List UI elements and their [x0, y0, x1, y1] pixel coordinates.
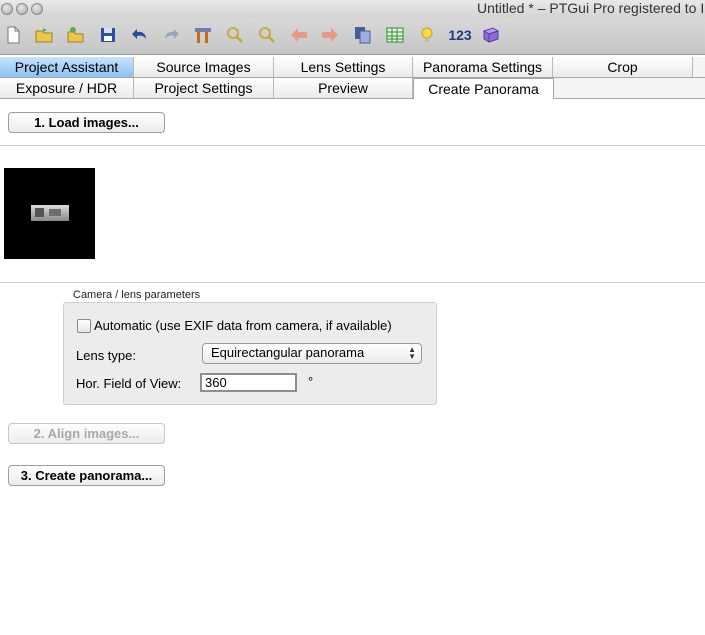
numbering-button[interactable]: 123	[446, 24, 474, 46]
fov-input[interactable]: 360	[200, 373, 297, 392]
lightbulb-icon[interactable]	[416, 24, 438, 46]
tab-crop[interactable]: Crop	[553, 57, 693, 77]
lens-type-select[interactable]: Equirectangular panorama ▲ ▼	[202, 343, 422, 364]
tab-exposure-hdr[interactable]: Exposure / HDR	[0, 78, 134, 98]
tab-row-1: Project Assistant Source Images Lens Set…	[0, 57, 705, 78]
window-title: Untitled * – PTGui Pro registered to I	[477, 0, 705, 16]
copy-icon[interactable]	[352, 24, 374, 46]
align-images-button[interactable]: 2. Align images...	[8, 423, 165, 444]
zoom-window-icon[interactable]	[31, 3, 43, 15]
automatic-label: Automatic (use EXIF data from camera, if…	[94, 318, 392, 333]
book-icon[interactable]	[480, 24, 502, 46]
redo-icon[interactable]	[160, 24, 182, 46]
tools-icon[interactable]	[192, 24, 214, 46]
tab-lens-settings[interactable]: Lens Settings	[274, 57, 413, 77]
separator	[0, 145, 705, 146]
zoom-in-icon[interactable]	[224, 24, 246, 46]
new-icon[interactable]	[2, 24, 24, 46]
degree-unit: °	[308, 374, 314, 389]
lens-type-label: Lens type:	[76, 348, 136, 363]
close-window-icon[interactable]	[1, 3, 13, 15]
save-icon[interactable]	[97, 24, 119, 46]
title-bar: Untitled * – PTGui Pro registered to I	[0, 0, 705, 18]
open-template-icon[interactable]	[64, 24, 86, 46]
panorama-thumbnail-icon	[31, 205, 69, 221]
separator	[0, 282, 705, 283]
tab-create-panorama[interactable]: Create Panorama	[413, 78, 554, 99]
chevron-updown-icon: ▲ ▼	[408, 345, 416, 361]
image-thumbnail[interactable]	[4, 168, 95, 259]
tab-project-assistant[interactable]: Project Assistant	[0, 57, 134, 77]
tab-project-settings[interactable]: Project Settings	[134, 78, 274, 98]
tab-preview[interactable]: Preview	[274, 78, 413, 98]
table-icon[interactable]	[384, 24, 406, 46]
next-icon[interactable]	[319, 24, 341, 46]
open-icon[interactable]	[33, 24, 55, 46]
group-title: Camera / lens parameters	[73, 289, 201, 301]
previous-icon[interactable]	[288, 24, 310, 46]
lens-type-value: Equirectangular panorama	[211, 345, 365, 360]
load-images-button[interactable]: 1. Load images...	[8, 112, 165, 133]
tab-panorama-settings[interactable]: Panorama Settings	[413, 57, 553, 77]
toolbar: 123	[0, 18, 705, 55]
create-panorama-button[interactable]: 3. Create panorama...	[8, 465, 165, 486]
minimize-window-icon[interactable]	[16, 3, 28, 15]
automatic-checkbox[interactable]	[77, 319, 91, 333]
tab-row-2: Exposure / HDR Project Settings Preview …	[0, 78, 705, 99]
number-icon: 123	[448, 27, 472, 43]
zoom-out-icon[interactable]	[256, 24, 278, 46]
undo-icon[interactable]	[129, 24, 151, 46]
tab-source-images[interactable]: Source Images	[134, 57, 274, 77]
fov-label: Hor. Field of View:	[76, 376, 182, 391]
